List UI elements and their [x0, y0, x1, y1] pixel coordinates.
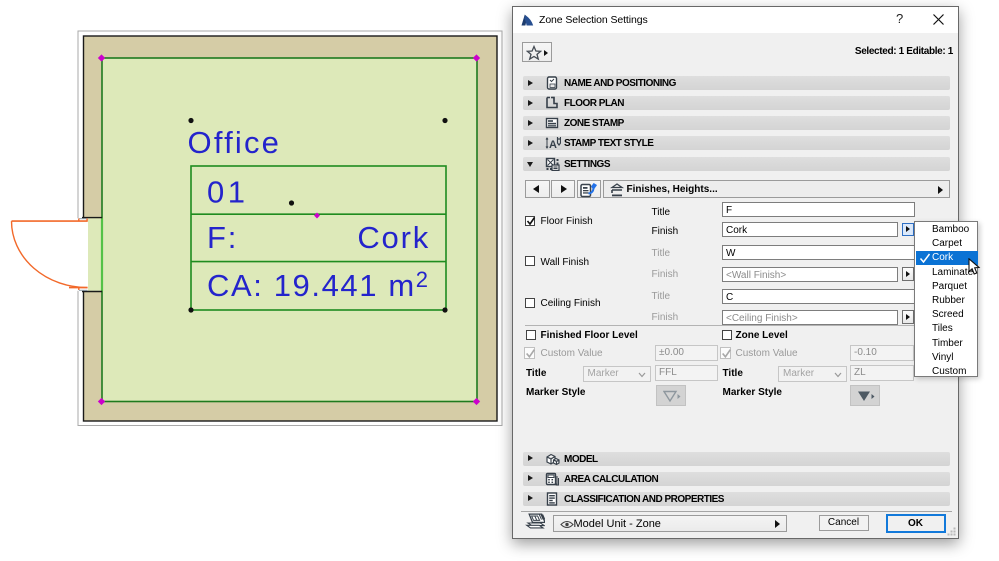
svg-text:F:: F: — [207, 220, 238, 255]
svg-text:Office: Office — [188, 125, 282, 160]
svg-text:Cork: Cork — [357, 220, 430, 255]
svg-text:01: 01 — [207, 175, 248, 210]
svg-text:CA: 19.441 m2: CA: 19.441 m2 — [207, 267, 430, 303]
svg-text:A: A — [549, 139, 557, 150]
